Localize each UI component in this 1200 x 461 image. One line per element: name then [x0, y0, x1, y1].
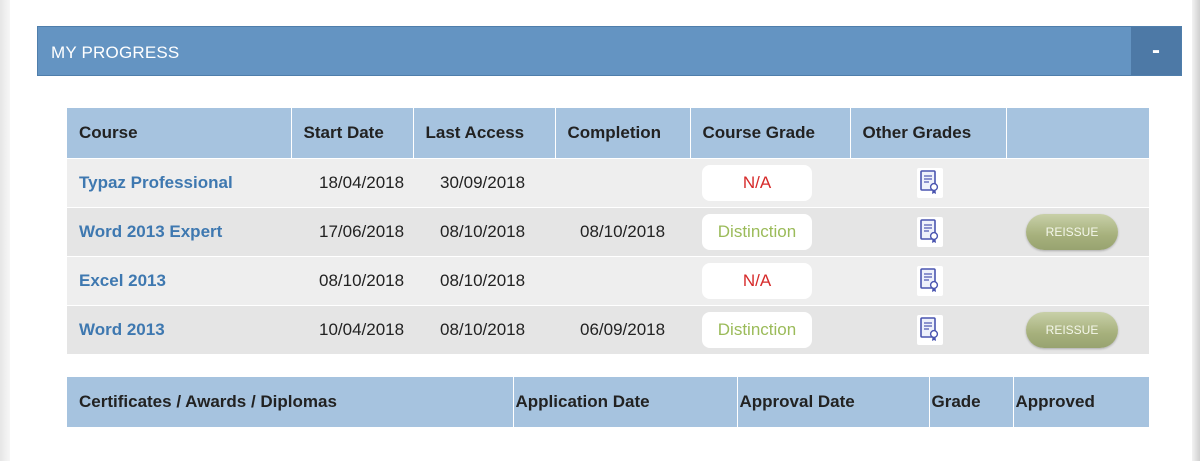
course-grade-badge: Distinction	[702, 312, 812, 348]
course-link[interactable]: Word 2013 Expert	[79, 222, 222, 241]
col-header-application-date: Application Date	[513, 377, 738, 427]
reissue-button[interactable]: REISSUE	[1026, 312, 1118, 348]
reissue-button[interactable]: REISSUE	[1026, 214, 1118, 250]
start-date: 10/04/2018	[319, 320, 405, 339]
col-header-other-grades: Other Grades	[850, 108, 1007, 159]
col-header-approved: Approved	[1013, 377, 1149, 427]
panel-title: MY PROGRESS	[51, 43, 180, 62]
col-header-course: Course	[67, 108, 292, 159]
col-header-completion: Completion	[555, 108, 691, 159]
document-icon[interactable]	[917, 266, 943, 296]
document-icon[interactable]	[917, 168, 943, 198]
col-header-certificates: Certificates / Awards / Diplomas	[67, 377, 514, 427]
course-grade-badge: Distinction	[702, 214, 812, 250]
courses-header-row: Course Start Date Last Access Completion…	[67, 108, 1149, 159]
courses-table: Course Start Date Last Access Completion…	[67, 108, 1149, 354]
col-header-approval-date: Approval Date	[737, 377, 930, 427]
col-header-last-access: Last Access	[413, 108, 556, 159]
start-date: 17/06/2018	[319, 222, 405, 241]
left-edge-shadow	[0, 0, 10, 461]
right-edge-shadow	[1192, 0, 1200, 461]
table-row: Typaz Professional 18/04/2018 30/09/2018 N/…	[67, 158, 1149, 208]
col-header-start-date: Start Date	[291, 108, 414, 159]
col-header-course-grade: Course Grade	[690, 108, 851, 159]
col-header-grade: Grade	[929, 377, 1014, 427]
course-link[interactable]: Excel 2013	[79, 271, 166, 290]
course-link[interactable]: Typaz Professional	[79, 173, 233, 192]
start-date: 08/10/2018	[319, 271, 405, 290]
completion-date: 08/10/2018	[580, 222, 666, 241]
last-access: 08/10/2018	[440, 271, 526, 290]
document-icon[interactable]	[917, 315, 943, 345]
last-access: 08/10/2018	[440, 320, 526, 339]
collapse-button[interactable]: -	[1131, 27, 1181, 75]
table-row: Word 2013 Expert 17/06/2018 08/10/2018 08/1…	[67, 207, 1149, 257]
certificates-header-row: Certificates / Awards / Diplomas Applica…	[67, 377, 1149, 427]
course-link[interactable]: Word 2013	[79, 320, 165, 339]
start-date: 18/04/2018	[319, 173, 405, 192]
course-grade-badge: N/A	[702, 165, 812, 201]
last-access: 30/09/2018	[440, 173, 526, 192]
document-icon[interactable]	[917, 217, 943, 247]
completion-date: 06/09/2018	[580, 320, 666, 339]
my-progress-header: MY PROGRESS -	[37, 26, 1182, 76]
table-row: Excel 2013 08/10/2018 08/10/2018 N/A	[67, 256, 1149, 306]
col-header-actions	[1006, 108, 1149, 159]
certificates-table: Certificates / Awards / Diplomas Applica…	[67, 377, 1149, 427]
last-access: 08/10/2018	[440, 222, 526, 241]
course-grade-badge: N/A	[702, 263, 812, 299]
table-row: Word 2013 10/04/2018 08/10/2018 06/09/2018 D…	[67, 305, 1149, 354]
